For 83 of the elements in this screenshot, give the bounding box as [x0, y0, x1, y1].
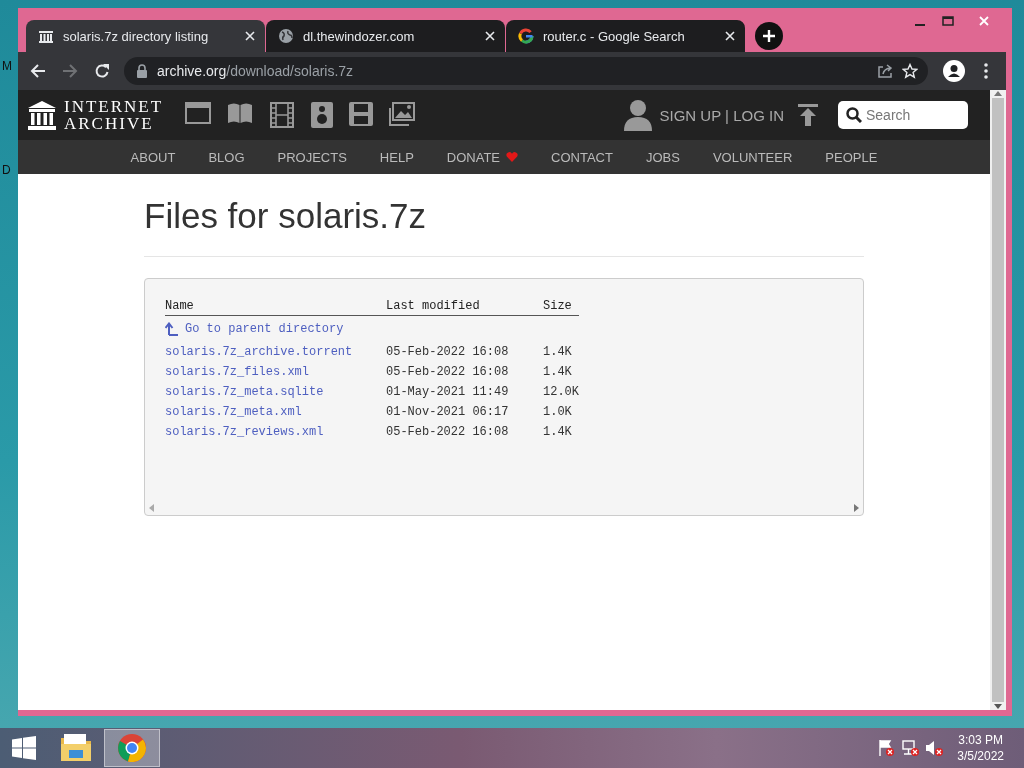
nav-link[interactable]: HELP	[379, 149, 414, 165]
minimize-icon	[915, 24, 925, 26]
vertical-scrollbar[interactable]	[990, 90, 1006, 710]
menu-icon	[984, 63, 988, 79]
column-header: Name	[165, 299, 386, 316]
network-with-cross-icon[interactable]	[901, 739, 920, 757]
person-icon	[943, 60, 965, 82]
muted-speaker-icon[interactable]	[925, 739, 944, 757]
windows-logo-icon	[12, 736, 36, 760]
table-cell: 05-Feb-2022 16:08	[386, 342, 543, 362]
file-link[interactable]: solaris.7z_archive.torrent	[165, 345, 353, 359]
search-field[interactable]: Search	[838, 101, 968, 129]
nav-link[interactable]: BLOG	[208, 149, 245, 165]
close-icon[interactable]	[725, 31, 735, 41]
table-cell: 01-Nov-2021 06:17	[386, 402, 543, 422]
clock-time[interactable]: 3:03 PM	[958, 732, 1003, 748]
table-cell-text: 12.0K	[543, 384, 579, 401]
plus-icon	[762, 29, 776, 43]
nav-link[interactable]: PROJECTS	[277, 149, 347, 165]
globe-icon	[278, 28, 294, 44]
close-icon	[979, 16, 989, 26]
logo-text: INTERNET ARCHIVE	[64, 98, 164, 132]
sign-up-log-in-link[interactable]: SIGN UP | LOG IN	[659, 106, 784, 124]
user-silhouette-icon[interactable]	[623, 99, 652, 131]
browser-tab[interactable]: solaris.7z directory listing	[26, 20, 265, 52]
url-text: archive.org/download/solaris.7z	[157, 63, 355, 79]
temple-icon	[28, 100, 56, 130]
nav-link[interactable]: CONTACT	[551, 149, 613, 165]
chrome-icon	[117, 733, 147, 763]
table-cell-text: 1.0K	[543, 404, 573, 421]
back-arrow-icon	[30, 63, 46, 79]
folder-icon	[60, 733, 92, 763]
film-icon[interactable]	[269, 102, 296, 128]
page-heading: Files for solaris.7z	[144, 196, 428, 236]
upload-icon[interactable]	[798, 104, 818, 126]
lock-icon	[136, 64, 148, 78]
table-cell-text: 1.4K	[543, 424, 573, 441]
share-icon[interactable]	[877, 63, 893, 79]
table-cell: 01-May-2021 11:49	[386, 382, 543, 402]
nav-link[interactable]: JOBS	[645, 149, 680, 165]
new-tab-button[interactable]	[755, 22, 783, 50]
address-bar[interactable]: archive.org/download/solaris.7z	[124, 57, 928, 85]
flag-with-cross-icon[interactable]	[877, 739, 896, 757]
nav-link[interactable]: ABOUT	[130, 149, 176, 165]
nav-link[interactable]: DONATE	[446, 149, 501, 165]
up-arrow-icon[interactable]	[165, 322, 179, 336]
table-cell-text: 1.4K	[543, 364, 573, 381]
table-cell: 05-Feb-2022 16:08	[386, 422, 543, 442]
nav-link[interactable]: PEOPLE	[825, 149, 878, 165]
scroll-left-icon	[149, 504, 154, 512]
star-icon[interactable]	[902, 63, 918, 79]
scroll-right-icon	[854, 504, 859, 512]
parent-directory-link[interactable]: Go to parent directory	[185, 322, 344, 336]
speaker-icon[interactable]	[311, 102, 334, 128]
images-icon[interactable]	[389, 102, 416, 126]
column-header: Last modified	[386, 299, 543, 316]
reload-icon	[94, 63, 110, 79]
file-link[interactable]: solaris.7z_files.xml	[165, 365, 310, 379]
table-cell: 05-Feb-2022 16:08	[386, 362, 543, 382]
column-header: Size	[543, 299, 579, 316]
forward-arrow-icon	[62, 63, 78, 79]
columns-icon	[38, 28, 54, 44]
profile-button[interactable]	[942, 59, 966, 83]
search-icon	[846, 107, 862, 123]
clock-date[interactable]: 3/5/2022	[957, 748, 1004, 764]
desktop-icon-label: D	[2, 163, 11, 177]
close-icon[interactable]	[485, 31, 495, 41]
taskbar-app-button[interactable]	[104, 729, 160, 767]
browser-tab[interactable]: router.c - Google Search	[506, 20, 745, 52]
file-link[interactable]: solaris.7z_meta.sqlite	[165, 385, 324, 399]
maximize-icon	[942, 16, 954, 26]
browser-tab[interactable]: dl.thewindozer.com	[266, 20, 505, 52]
browser-window-icon[interactable]	[185, 102, 212, 124]
table-cell-text: 1.4K	[543, 344, 573, 361]
file-link[interactable]: solaris.7z_reviews.xml	[165, 425, 324, 439]
file-link[interactable]: solaris.7z_meta.xml	[165, 405, 302, 419]
scroll-down-icon	[994, 704, 1002, 710]
close-icon[interactable]	[245, 31, 255, 41]
desktop-icon-label: M	[2, 59, 12, 73]
heart-icon[interactable]	[506, 152, 519, 162]
book-icon[interactable]	[227, 102, 254, 124]
nav-link[interactable]: VOLUNTEER	[712, 149, 793, 165]
google-icon	[518, 28, 534, 44]
